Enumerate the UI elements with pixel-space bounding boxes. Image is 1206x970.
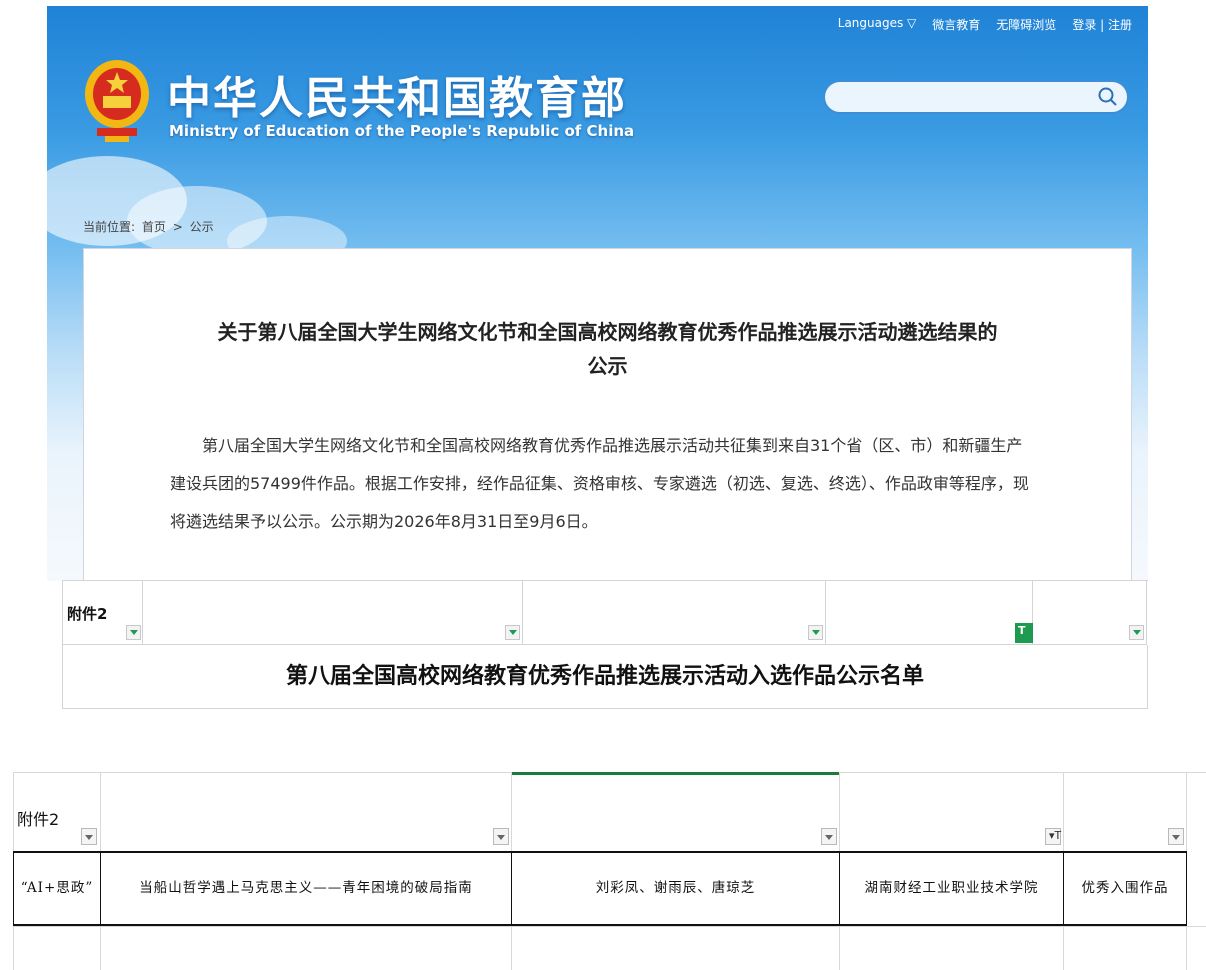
article-title-line1: 关于第八届全国大学生网络文化节和全国高校网络教育优秀作品推选展示活动遴选结果的 bbox=[217, 320, 998, 344]
breadcrumb: 当前位置: 首页 > 公示 bbox=[83, 218, 217, 235]
sheet1-header-cell bbox=[1033, 581, 1147, 645]
cell-authors[interactable]: 刘彩凤、谢雨辰、唐琼芝 bbox=[511, 853, 839, 924]
article-body: 第八届全国大学生网络文化节和全国高校网络教育优秀作品推选展示活动共征集到来自31… bbox=[170, 436, 1029, 531]
sheet1-header-cell bbox=[523, 581, 826, 645]
search-icon[interactable] bbox=[1097, 86, 1119, 108]
weiyan-link[interactable]: 微言教育 bbox=[932, 16, 980, 33]
top-links: Languages ▽ 微言教育 无障碍浏览 登录 | 注册 bbox=[838, 16, 1132, 33]
sheet-excerpt-2: 附件2 ▾T “AI+思政” 当船山哲学遇上马克思主义——青年困境的破局指南 刘… bbox=[13, 772, 1206, 970]
filter-dropdown-button[interactable] bbox=[81, 828, 97, 845]
filter-dropdown-button[interactable] bbox=[126, 625, 141, 640]
table-row: “AI+思政” 当船山哲学遇上马克思主义——青年困境的破局指南 刘彩凤、谢雨辰、… bbox=[13, 851, 1187, 926]
site-header: Languages ▽ 微言教育 无障碍浏览 登录 | 注册 中华人民共和国教育… bbox=[47, 6, 1148, 581]
login-register-link[interactable]: 登录 | 注册 bbox=[1072, 16, 1132, 33]
article-title: 关于第八届全国大学生网络文化节和全国高校网络教育优秀作品推选展示活动遴选结果的 … bbox=[84, 315, 1131, 383]
site-title-cn: 中华人民共和国教育部 bbox=[167, 73, 627, 124]
sheet1-header-cell: 附件2 bbox=[63, 581, 143, 645]
languages-link[interactable]: Languages ▽ bbox=[838, 16, 917, 33]
filter-funnel-icon: T bbox=[1018, 624, 1026, 637]
filter-dropdown-button[interactable] bbox=[1168, 828, 1184, 845]
sheet1-header-cell bbox=[143, 581, 523, 645]
article-panel: 关于第八届全国大学生网络文化节和全国高校网络教育优秀作品推选展示活动遴选结果的 … bbox=[83, 248, 1132, 581]
column-selection-indicator bbox=[511, 772, 839, 775]
cell-school[interactable]: 湖南财经工业职业技术学院 bbox=[839, 853, 1063, 924]
filter-dropdown-button[interactable] bbox=[493, 828, 509, 845]
search-box bbox=[823, 80, 1129, 114]
filter-active-button[interactable]: ▾T bbox=[1045, 828, 1061, 845]
filter-funnel-icon: ▾T bbox=[1049, 829, 1062, 842]
breadcrumb-current[interactable]: 公示 bbox=[190, 220, 214, 234]
breadcrumb-prefix: 当前位置: bbox=[83, 220, 136, 234]
cell-category[interactable]: “AI+思政” bbox=[13, 853, 100, 924]
article-title-line2: 公示 bbox=[587, 354, 628, 378]
site-title-en: Ministry of Education of the People's Re… bbox=[169, 122, 635, 140]
breadcrumb-separator: > bbox=[172, 220, 183, 234]
sheet1-header-cell: T bbox=[826, 581, 1033, 645]
filter-dropdown-button[interactable] bbox=[808, 625, 823, 640]
sheet2-label: 附件2 bbox=[17, 810, 60, 829]
sheet1-label: 附件2 bbox=[67, 605, 108, 623]
cell-work-title[interactable]: 当船山哲学遇上马克思主义——青年困境的破局指南 bbox=[100, 853, 511, 924]
sheet-excerpt-1: 附件2 T 第八届全国高校网络教育优秀作品推选展示活动入选作品公示名单 bbox=[62, 580, 1148, 709]
breadcrumb-home[interactable]: 首页 bbox=[142, 220, 166, 234]
accessibility-link[interactable]: 无障碍浏览 bbox=[996, 16, 1056, 33]
sheet1-title: 第八届全国高校网络教育优秀作品推选展示活动入选作品公示名单 bbox=[63, 645, 1148, 709]
grid-line bbox=[13, 926, 1206, 927]
filter-dropdown-button[interactable] bbox=[505, 625, 520, 640]
national-emblem-icon bbox=[85, 60, 149, 142]
filter-active-button[interactable]: T bbox=[1015, 623, 1033, 643]
filter-dropdown-button[interactable] bbox=[821, 828, 837, 845]
cell-result[interactable]: 优秀入围作品 bbox=[1063, 853, 1187, 924]
filter-dropdown-button[interactable] bbox=[1129, 625, 1144, 640]
search-input[interactable] bbox=[839, 82, 1103, 112]
